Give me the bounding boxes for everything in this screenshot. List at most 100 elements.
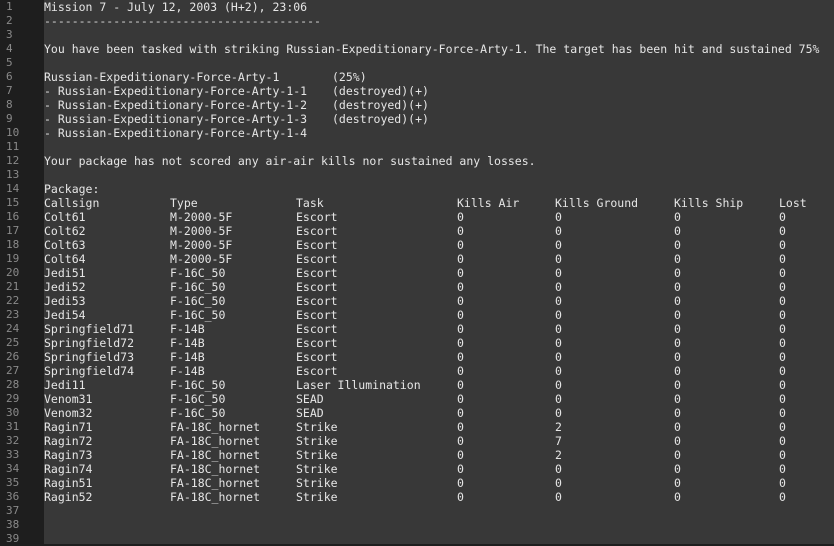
- line-number: 24: [6, 322, 20, 335]
- column-header-kills-ground: Kills Ground: [555, 196, 639, 210]
- table-row: Springfield71 F-14B Escort 0 0 0 0: [44, 322, 834, 336]
- package-label: Package:: [44, 182, 100, 196]
- cell-task: Strike: [296, 462, 338, 476]
- line-number: 19: [6, 252, 20, 265]
- cell-kills-ground: 0: [555, 294, 562, 308]
- cell-type: F-16C_50: [170, 308, 226, 322]
- cell-kills-ship: 0: [674, 336, 681, 350]
- cell-type: F-14B: [170, 322, 205, 336]
- table-row: Ragin71 FA-18C_hornet Strike 0 2 0 0: [44, 420, 834, 434]
- cell-lost: 0: [779, 364, 786, 378]
- cell-callsign: Ragin72: [44, 434, 93, 448]
- cell-kills-air: 0: [457, 224, 464, 238]
- line-number: 1: [6, 0, 13, 13]
- line-number: 3: [6, 28, 13, 41]
- cell-lost: 0: [779, 238, 786, 252]
- cell-type: F-16C_50: [170, 294, 226, 308]
- cell-lost: 0: [779, 336, 786, 350]
- cell-type: FA-18C_hornet: [170, 462, 261, 476]
- cell-type: FA-18C_hornet: [170, 490, 261, 504]
- text-editor[interactable]: 1 2 3 4 5 6 7 8 9 10 11 12 13 14 15 16 17 18 19 20 21 22 23 24 2…: [0, 0, 834, 545]
- cell-task: Escort: [296, 308, 338, 322]
- cell-type: F-16C_50: [170, 378, 226, 392]
- table-row: Jedi54 F-16C_50 Escort 0 0 0 0: [44, 308, 834, 322]
- cell-task: Escort: [296, 350, 338, 364]
- line-number: 18: [6, 238, 20, 251]
- line-number: 34: [6, 462, 20, 475]
- cell-kills-ship: 0: [674, 434, 681, 448]
- cell-kills-ship: 0: [674, 364, 681, 378]
- air-kills-note: Your package has not scored any air-air …: [44, 154, 536, 168]
- target-name: Russian-Expeditionary-Force-Arty-1: [44, 70, 280, 84]
- line-number: 33: [6, 448, 20, 461]
- cell-task: SEAD: [296, 392, 324, 406]
- cell-lost: 0: [779, 392, 786, 406]
- cell-kills-ground: 0: [555, 280, 562, 294]
- cell-kills-ship: 0: [674, 420, 681, 434]
- editor-line: Package:: [44, 182, 834, 196]
- line-number: 7: [6, 84, 13, 97]
- line-number: 36: [6, 490, 20, 503]
- line-number: 28: [6, 378, 20, 391]
- table-row: Colt63 M-2000-5F Escort 0 0 0 0: [44, 238, 834, 252]
- cell-kills-ship: 0: [674, 490, 681, 504]
- table-row: Springfield74 F-14B Escort 0 0 0 0: [44, 364, 834, 378]
- table-row: Jedi11 F-16C_50 Laser Illumination 0 0 0 0: [44, 378, 834, 392]
- line-number: 2: [6, 14, 13, 27]
- line-number: 25: [6, 336, 20, 349]
- cell-callsign: Ragin71: [44, 420, 93, 434]
- editor-line: - Russian-Expeditionary-Force-Arty-1-3 (…: [44, 112, 834, 126]
- cell-callsign: Jedi51: [44, 266, 86, 280]
- cell-kills-air: 0: [457, 378, 464, 392]
- cell-task: SEAD: [296, 406, 324, 420]
- cell-kills-air: 0: [457, 266, 464, 280]
- column-header-task: Task: [296, 196, 324, 210]
- cell-kills-air: 0: [457, 238, 464, 252]
- cell-kills-air: 0: [457, 490, 464, 504]
- editor-line: - Russian-Expeditionary-Force-Arty-1-2 (…: [44, 98, 834, 112]
- cell-callsign: Springfield74: [44, 364, 135, 378]
- editor-line: - Russian-Expeditionary-Force-Arty-1-4: [44, 126, 834, 140]
- editor-line: Russian-Expeditionary-Force-Arty-1 (25%): [44, 70, 834, 84]
- cell-kills-ground: 0: [555, 462, 562, 476]
- cell-lost: 0: [779, 476, 786, 490]
- cell-kills-air: 0: [457, 294, 464, 308]
- cell-lost: 0: [779, 308, 786, 322]
- cell-task: Laser Illumination: [296, 378, 421, 392]
- line-number: 10: [6, 126, 20, 139]
- cell-lost: 0: [779, 210, 786, 224]
- cell-kills-ground: 0: [555, 378, 562, 392]
- cell-type: F-16C_50: [170, 266, 226, 280]
- editor-line: - Russian-Expeditionary-Force-Arty-1-1 (…: [44, 84, 834, 98]
- cell-kills-ship: 0: [674, 378, 681, 392]
- cell-kills-ship: 0: [674, 462, 681, 476]
- cell-kills-ship: 0: [674, 476, 681, 490]
- cell-kills-ground: 0: [555, 224, 562, 238]
- line-number: 35: [6, 476, 20, 489]
- cell-kills-ground: 0: [555, 476, 562, 490]
- line-number: 30: [6, 406, 20, 419]
- line-number: 27: [6, 364, 20, 377]
- cell-kills-ship: 0: [674, 406, 681, 420]
- cell-lost: 0: [779, 462, 786, 476]
- cell-callsign: Ragin51: [44, 476, 93, 490]
- cell-kills-ground: 0: [555, 252, 562, 266]
- line-number: 17: [6, 224, 20, 237]
- line-number: 9: [6, 112, 13, 125]
- line-number: 37: [6, 504, 20, 517]
- target-status: (25%): [332, 70, 367, 84]
- cell-type: M-2000-5F: [170, 224, 233, 238]
- cell-callsign: Venom31: [44, 392, 93, 406]
- cell-type: F-14B: [170, 364, 205, 378]
- line-number: 6: [6, 70, 13, 83]
- line-number: 11: [6, 140, 20, 153]
- cell-callsign: Jedi53: [44, 294, 86, 308]
- cell-kills-ground: 7: [555, 434, 562, 448]
- editor-content[interactable]: Mission 7 - July 12, 2003 (H+2), 23:06 -…: [44, 0, 834, 544]
- cell-task: Escort: [296, 364, 338, 378]
- cell-kills-ship: 0: [674, 280, 681, 294]
- cell-lost: 0: [779, 224, 786, 238]
- line-number: 23: [6, 308, 20, 321]
